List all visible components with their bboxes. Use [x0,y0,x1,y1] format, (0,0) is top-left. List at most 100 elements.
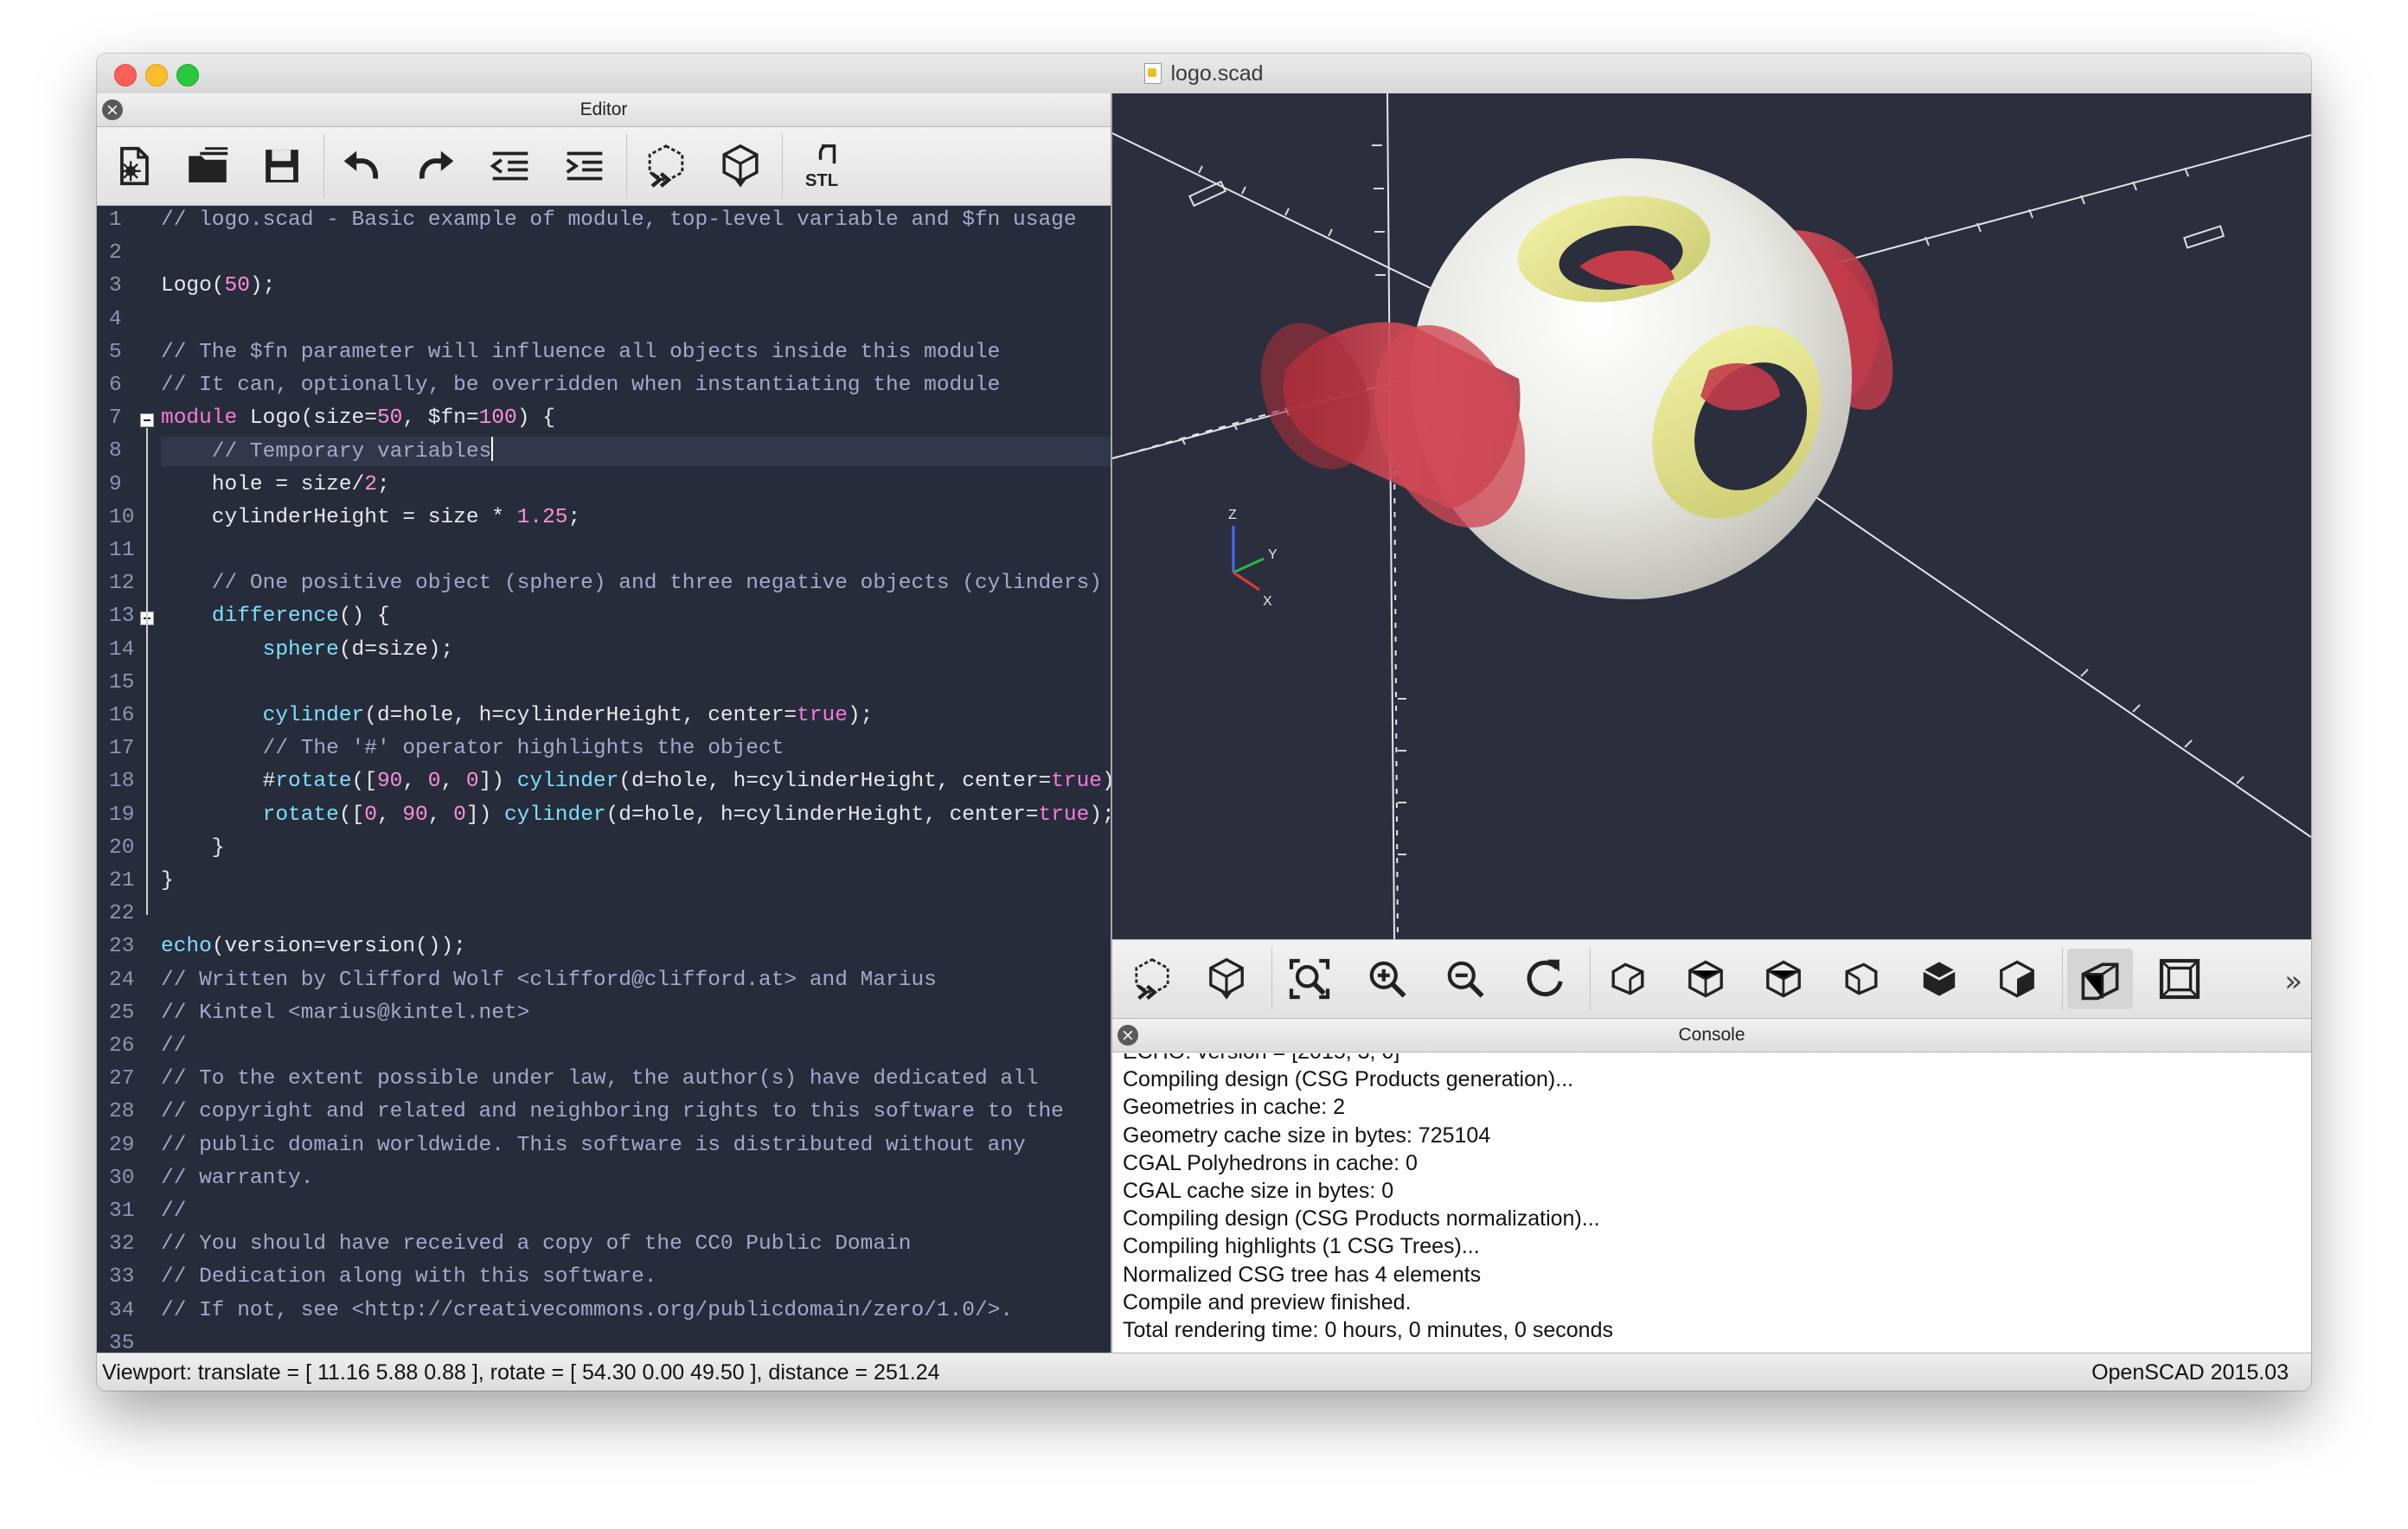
code-line[interactable]: 29 // public domain worldwide. This softw… [97,1131,1111,1161]
code-line[interactable]: 17 // The '#' operator highlights the ob… [97,734,1111,764]
new-file-icon [120,146,149,186]
view-right-button[interactable] [1595,949,1661,1009]
code-line[interactable]: 15 [97,669,1111,698]
console-line: Normalized CSG tree has 4 elements [1123,1262,1482,1287]
code-line[interactable]: 5 // The $fn parameter will influence all… [97,338,1111,368]
code-line[interactable]: 14 sphere(d=size); [97,636,1111,665]
code-line[interactable]: 25 // Kintel <marius@kintel.net> [97,999,1111,1028]
code-line[interactable]: 31 // [97,1197,1111,1226]
code-line[interactable]: 30 // warranty. [97,1164,1111,1193]
code-text: echo(version=version()); [161,935,466,959]
line-number: 26 [109,1034,135,1058]
line-number: 3 [109,274,122,298]
code-line[interactable]: 12 // One positive object (sphere) and t… [97,569,1111,598]
code-line[interactable]: 3 Logo(50); [97,272,1111,301]
code-line[interactable]: 22 [97,899,1111,929]
line-number: 10 [109,505,135,529]
reset-view-button[interactable] [1512,949,1578,1009]
indent-button[interactable] [552,136,618,196]
code-line[interactable]: 4 [97,305,1111,335]
console-line: Compiling design (CSG Products normaliza… [1123,1206,1600,1232]
vp-preview-button[interactable] [1119,949,1185,1009]
view-bottom-icon [1766,960,1801,998]
code-line[interactable]: 16 cylinder(d=hole, h=cylinderHeight, ce… [97,701,1111,731]
code-line[interactable]: 24 // Written by Clifford Wolf <clifford@… [97,966,1111,995]
code-line[interactable]: 11 [97,536,1111,566]
zoom-in-icon [1369,961,1406,998]
view-all-button[interactable] [1277,949,1342,1009]
redo-button[interactable] [403,136,469,196]
code-line[interactable]: 10 cylinderHeight = size * 1.25; [97,503,1111,533]
code-line[interactable]: 8 // Temporary variables [97,437,1111,467]
new-file-button[interactable] [100,136,166,196]
line-number: 17 [109,737,135,761]
code-text: // The '#' operator highlights the objec… [161,737,785,761]
code-line[interactable]: 34 // If not, see <http://creativecommons… [97,1296,1111,1326]
code-line[interactable]: 28 // copyright and related and neighbori… [97,1097,1111,1127]
svg-text:Z: Z [1228,508,1237,522]
svg-text:Y: Y [1268,547,1278,562]
viewport-canvas[interactable]: Z Y X [1112,93,2311,939]
code-line[interactable]: 7 module Logo(size=50, $fn=100) { [97,404,1111,433]
view-top-button[interactable] [1673,949,1739,1009]
zoom-out-button[interactable] [1432,949,1498,1009]
toolbar-overflow-icon[interactable]: » [2284,964,2302,999]
code-line[interactable]: 27 // To the extent possible under law, t… [97,1065,1111,1094]
code-line[interactable]: 2 [97,239,1111,268]
code-line[interactable]: 18 #rotate([90, 0, 0]) cylinder(d=hole, … [97,767,1111,796]
line-number: 12 [109,572,135,596]
view-front-button[interactable] [1906,949,1972,1009]
code-line[interactable]: 19 rotate([0, 90, 0]) cylinder(d=hole, h… [97,801,1111,830]
3d-viewport[interactable]: Z Y X [1112,93,2311,939]
svg-text:STL: STL [805,171,838,190]
console-line: Geometry cache size in bytes: 725104 [1123,1123,1491,1148]
code-line[interactable]: 33 // Dedication along with this software… [97,1263,1111,1292]
open-file-button[interactable] [175,136,240,196]
view-left-button[interactable] [1828,949,1894,1009]
preview-icon [1135,958,1169,1001]
view-all-icon [1289,958,1330,1000]
code-text: // If not, see <http://creativecommons.o… [161,1298,1014,1322]
save-file-button[interactable] [249,136,315,196]
code-line[interactable]: 21} [97,867,1111,896]
console-close-icon[interactable]: × [1118,1025,1138,1046]
perspective-button[interactable] [2067,949,2133,1009]
orthogonal-button[interactable] [2147,949,2213,1009]
zoom-in-button[interactable] [1354,949,1420,1009]
render-icon [722,144,759,188]
orthogonal-icon [2159,958,2200,1000]
code-line[interactable]: 26 // [97,1032,1111,1061]
render-icon [1209,957,1244,1000]
status-bar: Viewport: translate = [ 11.16 5.88 0.88 … [97,1353,2311,1391]
line-number: 22 [109,902,135,926]
code-line[interactable]: 1 // logo.scad - Basic example of module,… [97,206,1111,235]
code-line[interactable]: 23 echo(version=version()); [97,932,1111,962]
render-button[interactable] [708,136,773,196]
preview-button[interactable] [633,136,699,196]
undo-button[interactable] [329,136,394,196]
view-back-button[interactable] [1984,949,2050,1009]
document-icon [1144,63,1162,84]
code-line[interactable]: 13 difference() { [97,602,1111,631]
view-bottom-button[interactable] [1751,949,1816,1009]
indent-icon [566,151,603,181]
viewport-status: Viewport: translate = [ 11.16 5.88 0.88 … [102,1360,940,1385]
stl-export-icon: STL [805,144,838,190]
line-number: 6 [109,374,122,397]
editor-close-icon[interactable]: × [102,99,123,120]
fold-toggle-icon[interactable] [140,413,154,428]
unindent-button[interactable] [477,136,543,196]
code-line[interactable]: 20 } [97,834,1111,863]
code-line[interactable]: 6 // It can, optionally, be overridden wh… [97,371,1111,400]
vp-render-button[interactable] [1194,949,1259,1009]
version-label: OpenSCAD 2015.03 [2091,1360,2289,1385]
editor-dock-title: × Editor [97,93,1111,127]
code-line[interactable]: 35 [97,1329,1111,1353]
code-line[interactable]: 9 hole = size/2; [97,470,1111,500]
console-output[interactable]: ECHO: version = [2015, 3, 0] Compiling de… [1112,1053,2311,1353]
code-editor[interactable]: 1 // logo.scad - Basic example of module,… [97,206,1111,1353]
code-line[interactable]: 32 // You should have received a copy of … [97,1230,1111,1259]
export-stl-button[interactable]: STL [789,136,855,196]
code-text: // Dedication along with this software. [161,1265,657,1289]
line-number: 18 [109,770,135,794]
